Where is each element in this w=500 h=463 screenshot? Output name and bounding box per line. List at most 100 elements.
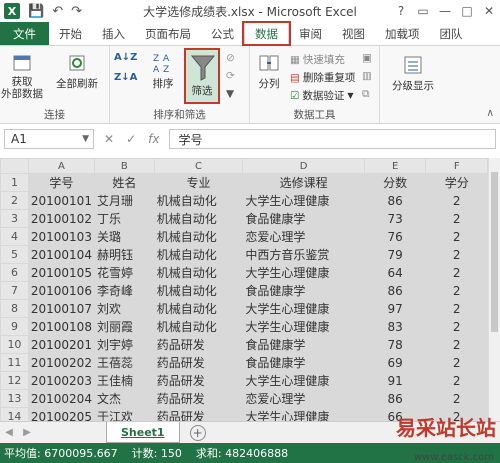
cell[interactable]: 20100101: [27, 191, 95, 210]
prev-sheet-icon[interactable]: ◀: [0, 427, 18, 438]
flash-fill-button[interactable]: ▦ 快速填充: [290, 52, 345, 67]
outline-button[interactable]: 分级显示: [388, 52, 438, 93]
refresh-all-button[interactable]: 全部刷新: [52, 50, 102, 91]
cell[interactable]: 分数: [363, 173, 427, 192]
cell[interactable]: 2: [425, 209, 488, 228]
cell[interactable]: 86: [363, 281, 427, 300]
cell[interactable]: 食品健康学: [242, 335, 365, 354]
cell[interactable]: 20100105: [27, 263, 95, 282]
cell[interactable]: 丁乐: [93, 209, 155, 228]
cell[interactable]: 刘宇婷: [93, 335, 155, 354]
cell[interactable]: 20100201: [27, 335, 95, 354]
cell[interactable]: 76: [363, 227, 427, 246]
tab-home[interactable]: 开始: [49, 22, 92, 45]
tab-team[interactable]: 团队: [430, 22, 473, 45]
tab-review[interactable]: 审阅: [289, 22, 332, 45]
sort-za-icon[interactable]: Z↓A: [114, 72, 137, 83]
cell[interactable]: 机械自动化: [153, 227, 244, 246]
row-header[interactable]: 1: [0, 173, 29, 192]
cell[interactable]: 20100104: [27, 245, 95, 264]
select-all-corner[interactable]: [0, 158, 29, 174]
cell[interactable]: 关璐: [93, 227, 155, 246]
cell[interactable]: 王佳楠: [93, 371, 155, 390]
cell[interactable]: 83: [363, 317, 427, 336]
cell[interactable]: 王蓓蕊: [93, 353, 155, 372]
cell[interactable]: 专业: [153, 173, 244, 192]
cell[interactable]: 2: [425, 281, 488, 300]
save-icon[interactable]: 💾: [28, 4, 44, 19]
column-header[interactable]: B: [93, 158, 155, 174]
column-header[interactable]: A: [27, 158, 95, 174]
cell[interactable]: 姓名: [93, 173, 155, 192]
insert-function-icon[interactable]: fx: [148, 132, 159, 146]
column-header[interactable]: C: [153, 158, 244, 174]
cell[interactable]: 药品研发: [153, 371, 244, 390]
cell[interactable]: 2: [425, 389, 488, 408]
cell[interactable]: 2: [425, 371, 488, 390]
row-header[interactable]: 13: [0, 389, 29, 408]
cell[interactable]: 73: [363, 209, 427, 228]
collapse-ribbon-icon[interactable]: ∧: [486, 107, 494, 119]
cell[interactable]: 2: [425, 227, 488, 246]
row-header[interactable]: 7: [0, 281, 29, 300]
column-header[interactable]: D: [242, 158, 365, 174]
cell[interactable]: 学分: [425, 173, 488, 192]
cell[interactable]: 机械自动化: [153, 281, 244, 300]
tab-view[interactable]: 视图: [332, 22, 375, 45]
cell[interactable]: 药品研发: [153, 335, 244, 354]
cell[interactable]: 药品研发: [153, 353, 244, 372]
sheet-tab[interactable]: Sheet1: [106, 422, 180, 443]
cell[interactable]: 机械自动化: [153, 209, 244, 228]
cell[interactable]: 机械自动化: [153, 299, 244, 318]
what-if-icon[interactable]: ▥: [362, 70, 372, 82]
cell[interactable]: 恋爱心理学: [242, 389, 365, 408]
cell[interactable]: 79: [363, 245, 427, 264]
cell[interactable]: 20100103: [27, 227, 95, 246]
cell[interactable]: 97: [363, 299, 427, 318]
cell[interactable]: 选修课程: [242, 173, 365, 192]
formula-input[interactable]: 学号: [169, 129, 496, 149]
cell[interactable]: 2: [425, 299, 488, 318]
cell[interactable]: 20100204: [27, 389, 95, 408]
cell[interactable]: 学号: [27, 173, 95, 192]
column-header[interactable]: E: [363, 158, 427, 174]
reapply-filter-icon[interactable]: ⟳: [226, 70, 235, 82]
minimize-icon[interactable]: —: [434, 0, 456, 22]
cell[interactable]: 食品健康学: [242, 353, 365, 372]
cell[interactable]: 大学生心理健康: [242, 317, 365, 336]
row-header[interactable]: 9: [0, 317, 29, 336]
row-header[interactable]: 4: [0, 227, 29, 246]
column-header[interactable]: F: [425, 158, 488, 174]
cell[interactable]: 机械自动化: [153, 317, 244, 336]
cell[interactable]: 2: [425, 317, 488, 336]
cell[interactable]: 食品健康学: [242, 281, 365, 300]
cell[interactable]: 20100202: [27, 353, 95, 372]
next-sheet-icon[interactable]: ▶: [18, 427, 36, 438]
cell[interactable]: 机械自动化: [153, 191, 244, 210]
cell[interactable]: 20100107: [27, 299, 95, 318]
maximize-icon[interactable]: □: [456, 0, 478, 22]
row-header[interactable]: 3: [0, 209, 29, 228]
cell[interactable]: 64: [363, 263, 427, 282]
vertical-scrollbar[interactable]: [488, 158, 500, 421]
get-external-data-button[interactable]: 获取 外部数据: [1, 50, 43, 100]
filter-button[interactable]: 筛选: [184, 48, 220, 104]
cell[interactable]: 花雪婷: [93, 263, 155, 282]
relationships-icon[interactable]: ⧉: [362, 88, 370, 101]
tab-page-layout[interactable]: 页面布局: [135, 22, 201, 45]
undo-icon[interactable]: ↶: [52, 4, 63, 19]
redo-icon[interactable]: ↷: [71, 4, 82, 19]
cell[interactable]: 2: [425, 353, 488, 372]
sort-az-icon[interactable]: A↓Z: [114, 52, 137, 63]
tab-insert[interactable]: 插入: [92, 22, 135, 45]
cell[interactable]: 药品研发: [153, 389, 244, 408]
scrollbar-thumb[interactable]: [491, 172, 498, 332]
row-header[interactable]: 12: [0, 371, 29, 390]
cell[interactable]: 78: [363, 335, 427, 354]
cell[interactable]: 大学生心理健康: [242, 191, 365, 210]
consolidate-icon[interactable]: ▣: [362, 52, 372, 64]
tab-addins[interactable]: 加载项: [375, 22, 430, 45]
tab-data[interactable]: 数据: [242, 21, 291, 46]
cell[interactable]: 20100108: [27, 317, 95, 336]
data-validation-button[interactable]: ☑ 数据验证 ▼: [290, 88, 354, 103]
